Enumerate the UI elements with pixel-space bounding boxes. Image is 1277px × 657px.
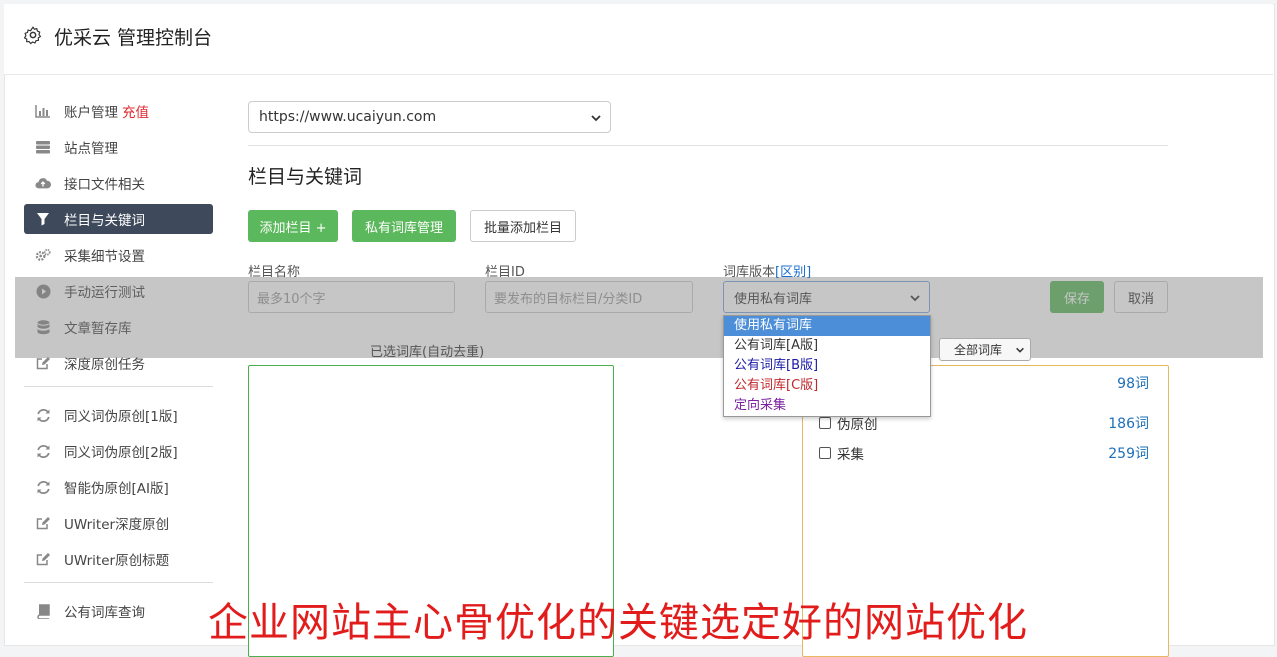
site-select[interactable]: https://www.ucaiyun.com (248, 101, 611, 133)
sidebar-item-interface-files[interactable]: 接口文件相关 (24, 168, 213, 198)
sidebar-item-public-lib-query[interactable]: 公有词库查询 (24, 596, 213, 626)
server-icon (35, 139, 51, 155)
sidebar-item-columns-keywords[interactable]: 栏目与关键词 (24, 204, 213, 234)
sidebar-item-label: 同义词伪原创[1版] (64, 409, 178, 425)
sidebar-item-label: 公有词库查询 (64, 605, 145, 621)
bar-chart-icon (35, 103, 51, 119)
overlay-caption: 企业网站主心骨优化的关键选定好的网站优化 (208, 600, 1028, 646)
lib-version-dropdown: 使用私有词库 公有词库[A版] 公有词库[B版] 公有词库[C版] 定向采集 (723, 315, 931, 417)
refresh-icon (35, 443, 51, 459)
dropdown-option[interactable]: 公有词库[A版] (724, 336, 930, 356)
sidebar-item-label: 账户管理 (64, 105, 118, 121)
sidebar-divider (24, 582, 213, 583)
add-column-button[interactable]: 添加栏目 + (248, 210, 338, 242)
lib-count: 98词 (1117, 376, 1149, 392)
chevron-down-icon (591, 115, 601, 122)
sidebar-item-synonym-v2[interactable]: 同义词伪原创[2版] (24, 436, 213, 466)
refresh-icon (35, 479, 51, 495)
section-title: 栏目与关键词 (248, 166, 363, 188)
dropdown-option[interactable]: 公有词库[B版] (724, 356, 930, 376)
edit-icon (35, 515, 51, 531)
sidebar-item-uwriter-deep[interactable]: UWriter深度原创 (24, 508, 213, 538)
sidebar-item-sites[interactable]: 站点管理 (24, 132, 213, 162)
sidebar: 账户管理 充值 站点管理 接口文件相关 栏目与关键词 采集细节设置 手动运行测试 (24, 96, 213, 632)
section-divider (248, 145, 1168, 146)
sidebar-item-label: 栏目与关键词 (64, 213, 145, 229)
lib-name: 采集 (837, 447, 864, 463)
cloud-upload-icon (35, 175, 51, 191)
sidebar-item-label: 采集细节设置 (64, 249, 145, 265)
lib-filter-select[interactable]: 全部词库 (939, 338, 1031, 361)
list-item[interactable]: 采集 259词 (819, 443, 1149, 463)
gear-icon (24, 26, 42, 45)
sidebar-item-label: 接口文件相关 (64, 177, 145, 193)
sidebar-item-synonym-v1[interactable]: 同义词伪原创[1版] (24, 400, 213, 430)
batch-add-button[interactable]: 批量添加栏目 (470, 210, 576, 242)
dropdown-option[interactable]: 使用私有词库 (724, 316, 930, 336)
book-icon (35, 603, 51, 619)
sidebar-item-ai-rewrite[interactable]: 智能伪原创[AI版] (24, 472, 213, 502)
cogs-icon (35, 247, 51, 263)
sidebar-item-label: UWriter深度原创 (64, 517, 170, 533)
sidebar-item-label: 站点管理 (64, 141, 118, 157)
recharge-link[interactable]: 充值 (122, 101, 149, 121)
sidebar-item-collection-settings[interactable]: 采集细节设置 (24, 240, 213, 270)
chevron-down-icon (1016, 347, 1024, 353)
chosen-lib-title: 已选词库(自动去重) (370, 345, 485, 360)
overlay-band (15, 277, 1263, 358)
private-lib-button[interactable]: 私有词库管理 (352, 210, 456, 242)
dropdown-option[interactable]: 定向采集 (724, 396, 930, 416)
dropdown-option[interactable]: 公有词库[C版] (724, 376, 930, 396)
edit-icon (35, 551, 51, 567)
lib-count: 186词 (1108, 416, 1149, 432)
sidebar-item-uwriter-title[interactable]: UWriter原创标题 (24, 544, 213, 574)
sidebar-item-account[interactable]: 账户管理 充值 (24, 96, 213, 126)
page-title: 优采云 管理控制台 (54, 27, 213, 49)
sidebar-item-label: 智能伪原创[AI版] (64, 481, 169, 497)
site-select-value: https://www.ucaiyun.com (259, 109, 437, 125)
header-bar: 优采云 管理控制台 (4, 4, 1273, 75)
sidebar-divider (24, 386, 213, 387)
sidebar-item-label: 同义词伪原创[2版] (64, 445, 178, 461)
refresh-icon (35, 407, 51, 423)
filter-icon (35, 211, 51, 227)
lib-checkbox[interactable] (819, 447, 831, 459)
sidebar-item-label: UWriter原创标题 (64, 553, 170, 569)
lib-count: 259词 (1108, 446, 1149, 462)
lib-checkbox[interactable] (819, 417, 831, 429)
lib-filter-value: 全部词库 (954, 343, 1003, 357)
